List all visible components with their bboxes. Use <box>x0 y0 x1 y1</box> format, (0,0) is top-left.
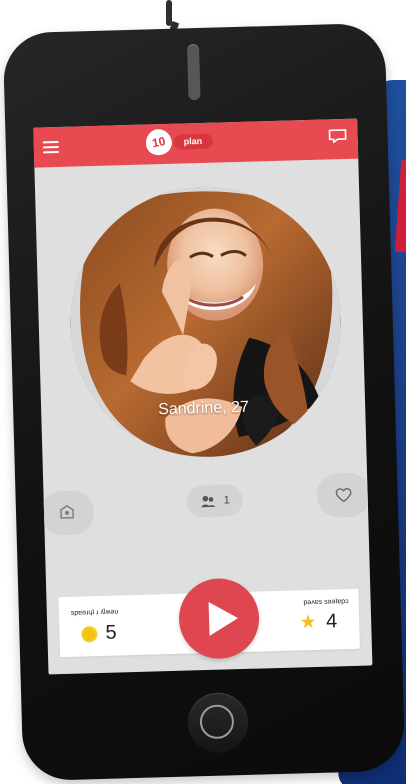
profile-actions-row: 1 <box>39 468 372 536</box>
menu-line <box>42 140 59 144</box>
menu-line <box>42 150 59 154</box>
logo-number: 10 <box>150 133 167 151</box>
profile-photo[interactable]: Sandrine, 27 <box>67 183 345 461</box>
profile-button[interactable] <box>39 490 95 536</box>
coin-icon <box>81 625 98 643</box>
right-stat-label: pǝʌɐs sǝǝʇɐpɔ <box>303 598 349 607</box>
left-stat-value-row: 5 <box>81 620 175 646</box>
heart-icon <box>335 488 352 503</box>
bottom-stats-bar: spɐǝɹɥʇ ɹ ʎlʍǝu 5 pǝʌɐs sǝǝʇɐpɔ ★ 4 <box>58 577 360 660</box>
logo-text: plan <box>173 133 213 150</box>
home-button[interactable] <box>187 691 249 754</box>
profile-name-age: Sandrine, 27 <box>157 398 250 419</box>
app-logo: 10 plan <box>143 126 234 158</box>
favorite-button[interactable] <box>316 472 372 518</box>
logo-heart-icon: 10 <box>143 126 175 158</box>
star-icon: ★ <box>299 610 317 634</box>
people-icon <box>201 495 216 507</box>
matches-count-pill[interactable]: 1 <box>186 483 244 518</box>
phone-screen: 10 plan Sandrine, 27 1 spɐǝɹɥʇ ɹ ʎlʍǝu 5… <box>33 118 373 675</box>
chat-icon[interactable] <box>327 128 347 145</box>
right-stat-value: 4 <box>325 610 338 633</box>
right-stat: pǝʌɐs sǝǝʇɐpɔ ★ 4 <box>243 593 359 648</box>
home-button-icon <box>199 704 235 740</box>
phone-device: 10 plan Sandrine, 27 1 spɐǝɹɥʇ ɹ ʎlʍǝu 5… <box>2 22 406 782</box>
left-stat: spɐǝɹɥʇ ɹ ʎlʍǝu 5 <box>59 598 175 653</box>
profile-icon <box>60 505 74 519</box>
menu-line <box>42 145 59 149</box>
app-stage: 10 plan Sandrine, 27 1 spɐǝɹɥʇ ɹ ʎlʍǝu 5… <box>0 0 406 784</box>
left-stat-value: 5 <box>105 621 117 644</box>
matches-count: 1 <box>223 494 230 507</box>
top-app-bar: 10 plan <box>33 118 359 168</box>
play-icon <box>208 601 239 636</box>
menu-icon[interactable] <box>42 138 59 154</box>
phone-speaker <box>187 43 201 101</box>
right-stat-value-row: ★ 4 <box>244 610 338 636</box>
left-stat-label: spɐǝɹɥʇ ɹ ʎlʍǝu <box>70 608 119 617</box>
